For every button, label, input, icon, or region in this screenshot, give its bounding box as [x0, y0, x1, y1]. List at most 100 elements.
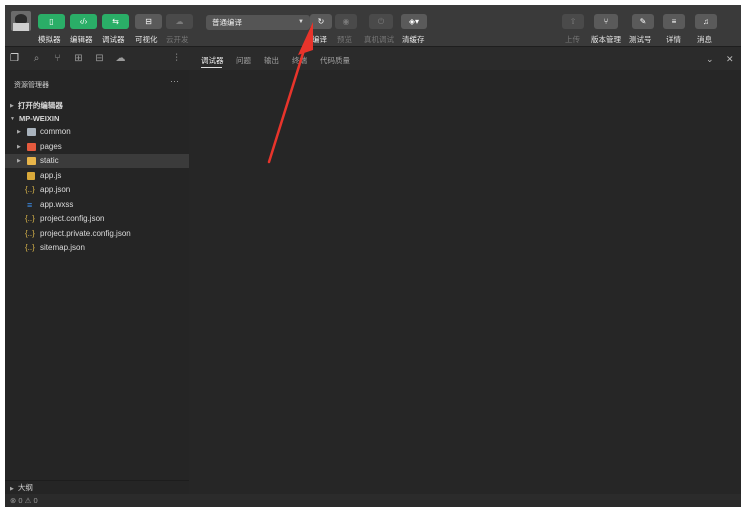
preview-label: 预览: [337, 35, 352, 44]
edit-icon: ✎: [639, 17, 647, 26]
tree-item-app-json[interactable]: {..} app.json: [5, 183, 189, 197]
search-icon[interactable]: ⌕: [31, 53, 42, 64]
cloud-icon[interactable]: ☁: [115, 53, 126, 64]
warning-icon[interactable]: ⚠: [25, 496, 32, 505]
avatar[interactable]: [11, 11, 31, 31]
tree-item-label: app.js: [40, 171, 62, 180]
json-file-icon: {..}: [25, 185, 35, 194]
editor-button[interactable]: ‹/›: [70, 14, 97, 29]
tab-output[interactable]: 输出: [264, 55, 279, 66]
open-editors-label: 打开的编辑器: [17, 101, 63, 110]
simulator-button[interactable]: ▯: [38, 14, 65, 29]
compile-mode-value: 普通编译: [212, 18, 242, 27]
tab-terminal[interactable]: 终端: [292, 55, 307, 66]
details-button[interactable]: ≡: [663, 14, 685, 29]
preview-button[interactable]: ◉: [335, 14, 357, 29]
js-file-icon: [27, 172, 35, 180]
chevron-right-icon: ▶: [10, 103, 14, 109]
cloud-icon: ☁: [175, 17, 184, 26]
folder-pages-icon: [27, 143, 36, 151]
tree-item-label: static: [40, 156, 59, 165]
cloud-label: 云开发: [166, 35, 189, 44]
layers-icon: ◈▾: [408, 17, 420, 26]
version-button[interactable]: ⑂: [594, 14, 618, 29]
extensions-icon[interactable]: ⊞: [73, 53, 84, 64]
compile-label: 编译: [312, 35, 327, 44]
debugger-button[interactable]: ⇆: [102, 14, 129, 29]
tree-item-static[interactable]: ▶ static: [5, 154, 189, 168]
tree-item-project-private-config[interactable]: {..} project.private.config.json: [5, 227, 189, 241]
code-icon: ‹/›: [79, 17, 88, 26]
tree-item-project-config[interactable]: {..} project.config.json: [5, 212, 189, 226]
tree-item-app-js[interactable]: app.js: [5, 169, 189, 183]
messages-button[interactable]: ♫: [695, 14, 717, 29]
chevron-right-icon: ▶: [10, 486, 14, 492]
project-section[interactable]: ▼ MP-WEIXIN: [10, 114, 59, 123]
layout-icon: ⊟: [145, 17, 152, 26]
tree-item-sitemap[interactable]: {..} sitemap.json: [5, 241, 189, 255]
wxss-file-icon: ≡: [27, 200, 33, 210]
tree-item-label: app.wxss: [40, 200, 74, 209]
tree-item-pages[interactable]: ▶ pages: [5, 140, 189, 154]
upload-icon: ⇧: [569, 17, 577, 26]
test-account-label: 测试号: [629, 35, 652, 44]
tab-debugger[interactable]: 调试器: [201, 55, 224, 66]
menu-icon: ≡: [671, 17, 677, 26]
more-icon[interactable]: ···: [170, 76, 179, 86]
error-icon[interactable]: ⊗: [10, 496, 16, 505]
outline-label: 大纲: [17, 483, 33, 492]
chevron-down-icon: ▼: [10, 116, 15, 122]
test-account-button[interactable]: ✎: [632, 14, 654, 29]
tab-code-quality[interactable]: 代码质量: [320, 55, 350, 66]
debug-icon: ⇆: [112, 17, 119, 26]
open-editors-section[interactable]: ▶ 打开的编辑器: [10, 100, 63, 111]
error-count: 0: [18, 496, 23, 505]
tree-item-label: pages: [40, 142, 62, 151]
cloud-button[interactable]: ☁: [166, 14, 193, 29]
devtools-window: ▯ 模拟器 ‹/› 编辑器 ⇆ 调试器 ⊟ 可视化 ☁ 云开发 普通编译 ▼ ↻…: [5, 5, 741, 507]
refresh-icon: ↻: [317, 17, 325, 26]
files-icon[interactable]: ❐: [9, 53, 20, 64]
compile-button[interactable]: ↻: [310, 14, 332, 29]
activity-bar: ❐ ⌕ ⑂ ⊞ ⊟ ☁ ⫶: [5, 48, 189, 70]
eye-icon: ◉: [342, 17, 350, 26]
details-label: 详情: [666, 35, 681, 44]
editor-label: 编辑器: [70, 35, 93, 44]
tree-item-label: sitemap.json: [40, 243, 85, 252]
outline-section[interactable]: ▶ 大纲: [5, 480, 189, 494]
debug-panel[interactable]: [189, 70, 741, 494]
minimize-icon[interactable]: ⌄: [706, 54, 714, 65]
active-tab-indicator: [201, 67, 222, 68]
device-debug-icon: ⏻: [377, 16, 385, 26]
compile-mode-select[interactable]: 普通编译 ▼: [206, 15, 310, 30]
tree-item-common[interactable]: ▶ common: [5, 125, 189, 139]
tab-problems[interactable]: 问题: [236, 55, 251, 66]
visual-button[interactable]: ⊟: [135, 14, 162, 29]
phone-icon: ▯: [49, 17, 54, 26]
toolbar: ▯ 模拟器 ‹/› 编辑器 ⇆ 调试器 ⊟ 可视化 ☁ 云开发 普通编译 ▼ ↻…: [5, 5, 741, 47]
chevron-right-icon: ▶: [17, 158, 21, 164]
warning-count: 0: [33, 496, 38, 505]
source-control-icon[interactable]: ⑂: [52, 53, 63, 64]
tree-item-app-wxss[interactable]: ≡ app.wxss: [5, 198, 189, 212]
real-debug-button[interactable]: ⏻: [369, 14, 393, 29]
chevron-right-icon: ▶: [17, 129, 21, 135]
clear-cache-button[interactable]: ◈▾: [401, 14, 427, 29]
upload-label: 上传: [565, 35, 580, 44]
panel-tabs: 调试器 问题 输出 终端 代码质量 ⌄ ✕: [189, 48, 741, 70]
branch-icon: ⑂: [603, 17, 609, 26]
visual-label: 可视化: [135, 35, 158, 44]
folder-icon: [27, 128, 36, 136]
split-icon[interactable]: ⫶: [171, 53, 182, 64]
clear-cache-label: 清缓存: [402, 35, 425, 44]
upload-button[interactable]: ⇧: [562, 14, 584, 29]
close-icon[interactable]: ✕: [726, 54, 734, 65]
chevron-right-icon: ▶: [17, 144, 21, 150]
version-label: 版本管理: [591, 35, 621, 44]
json-file-icon: {..}: [25, 229, 35, 238]
bell-icon: ♫: [703, 17, 709, 26]
chevron-down-icon: ▼: [298, 19, 304, 25]
status-bar: ⊗ 0 ⚠ 0: [5, 494, 741, 507]
layout-panel-icon[interactable]: ⊟: [94, 53, 105, 64]
real-debug-label: 真机调试: [364, 35, 394, 44]
